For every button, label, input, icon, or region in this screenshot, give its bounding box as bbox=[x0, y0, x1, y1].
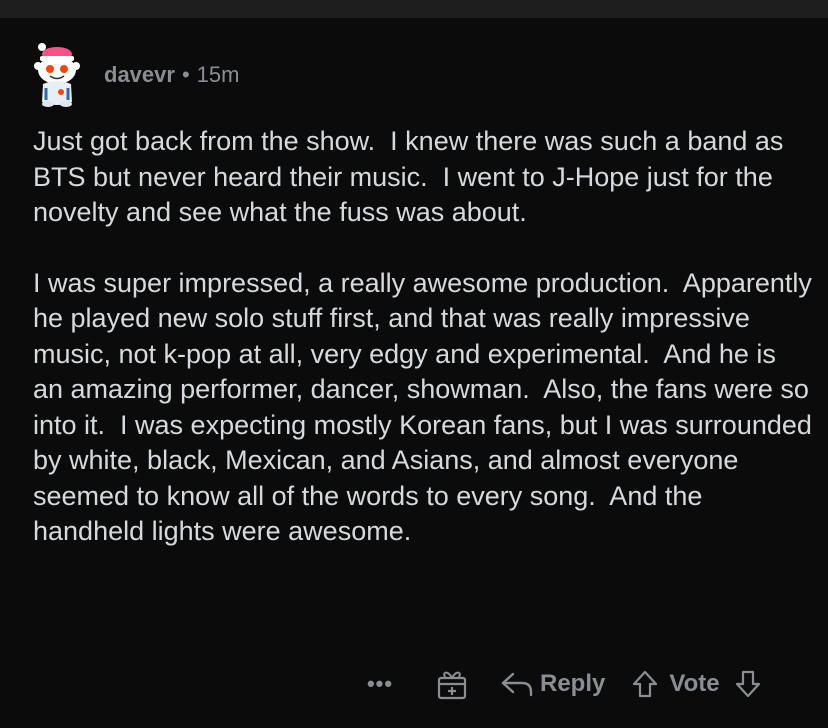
upvote-arrow-icon[interactable] bbox=[631, 669, 659, 699]
vote-label: Vote bbox=[669, 670, 720, 697]
comment-actions: ••• Reply Vote bbox=[360, 664, 762, 704]
meta-separator: • bbox=[181, 62, 190, 87]
comment-meta: davevr • 15m bbox=[104, 62, 239, 88]
comment-body: Just got back from the show. I knew ther… bbox=[33, 124, 813, 585]
snoo-avatar-icon bbox=[34, 43, 80, 107]
more-options-button[interactable]: ••• bbox=[360, 664, 400, 704]
reply-arrow-icon bbox=[501, 672, 533, 697]
comment-paragraph: I was super impressed, a really awesome … bbox=[33, 267, 812, 547]
downvote-arrow-icon[interactable] bbox=[734, 669, 762, 699]
username-link[interactable]: davevr bbox=[104, 62, 175, 87]
reply-button[interactable]: Reply bbox=[500, 669, 605, 699]
avatar[interactable] bbox=[26, 38, 86, 108]
top-bar bbox=[0, 0, 828, 18]
gift-award-icon[interactable] bbox=[434, 666, 470, 702]
comment-paragraph: Just got back from the show. I knew ther… bbox=[33, 126, 791, 227]
reply-label: Reply bbox=[540, 670, 606, 697]
comment-timestamp[interactable]: 15m bbox=[197, 62, 240, 87]
